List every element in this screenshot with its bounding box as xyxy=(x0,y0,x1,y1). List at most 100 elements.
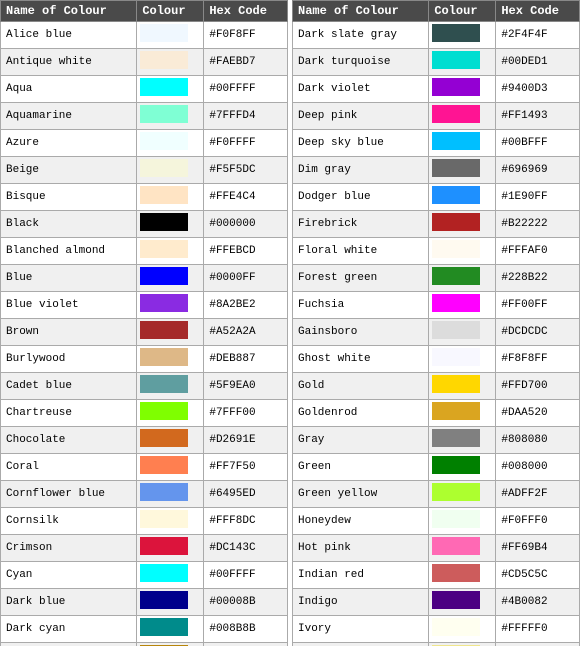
color-name: Goldenrod xyxy=(293,400,429,427)
hex-code: #DEB887 xyxy=(204,346,288,373)
color-swatch-cell xyxy=(137,103,204,130)
table-row: Dark cyan#008B8B xyxy=(1,616,288,643)
table-row: Dark violet#9400D3 xyxy=(293,76,580,103)
color-name: Aquamarine xyxy=(1,103,137,130)
color-swatch xyxy=(140,456,188,474)
hex-code: #00BFFF xyxy=(496,130,580,157)
hex-code: #FFFFF0 xyxy=(496,616,580,643)
color-swatch-cell xyxy=(429,400,496,427)
table-row: Dark slate gray#2F4F4F xyxy=(293,22,580,49)
color-name: Honeydew xyxy=(293,508,429,535)
color-name: Beige xyxy=(1,157,137,184)
color-swatch-cell xyxy=(137,319,204,346)
color-swatch xyxy=(432,132,480,150)
table-row: Goldenrod#DAA520 xyxy=(293,400,580,427)
color-name: Alice blue xyxy=(1,22,137,49)
color-swatch-cell xyxy=(429,481,496,508)
color-swatch-cell xyxy=(429,616,496,643)
hex-code: #FFFAF0 xyxy=(496,238,580,265)
table-row: Crimson#DC143C xyxy=(1,535,288,562)
color-swatch-cell xyxy=(429,211,496,238)
color-swatch-cell xyxy=(137,157,204,184)
table-row: Azure#F0FFFF xyxy=(1,130,288,157)
hex-code: #228B22 xyxy=(496,265,580,292)
column-header: Colour xyxy=(429,1,496,22)
color-swatch xyxy=(432,375,480,393)
table-row: Honeydew#F0FFF0 xyxy=(293,508,580,535)
color-swatch xyxy=(140,186,188,204)
hex-code: #FF69B4 xyxy=(496,535,580,562)
color-swatch xyxy=(432,240,480,258)
color-name: Cornflower blue xyxy=(1,481,137,508)
color-swatch-cell xyxy=(429,562,496,589)
color-swatch-cell xyxy=(137,211,204,238)
table-row: Cadet blue#5F9EA0 xyxy=(1,373,288,400)
color-swatch xyxy=(140,483,188,501)
color-swatch-cell xyxy=(429,535,496,562)
color-swatch-cell xyxy=(429,643,496,646)
color-swatch-cell xyxy=(137,130,204,157)
color-swatch xyxy=(140,267,188,285)
color-name: Deep pink xyxy=(293,103,429,130)
table-row: Bisque#FFE4C4 xyxy=(1,184,288,211)
table-row: Ghost white #F8F8FF xyxy=(293,346,580,373)
hex-code: #6495ED xyxy=(204,481,288,508)
table-row: Aquamarine#7FFFD4 xyxy=(1,103,288,130)
color-swatch xyxy=(140,348,188,366)
table-row: Dark turquoise#00DED1 xyxy=(293,49,580,76)
color-swatch-cell xyxy=(137,643,204,646)
color-swatch xyxy=(432,429,480,447)
hex-code: #FF00FF xyxy=(496,292,580,319)
hex-code: #008B8B xyxy=(204,616,288,643)
color-swatch-cell xyxy=(429,427,496,454)
hex-code: #808080 xyxy=(496,427,580,454)
color-swatch xyxy=(140,105,188,123)
hex-code: #FF7F50 xyxy=(204,454,288,481)
color-swatch xyxy=(140,240,188,258)
color-swatch xyxy=(140,429,188,447)
color-swatch-cell xyxy=(429,130,496,157)
hex-code: #00008B xyxy=(204,589,288,616)
color-name: Gold xyxy=(293,373,429,400)
table-row: Dodger blue#1E90FF xyxy=(293,184,580,211)
hex-code: #FFF8DC xyxy=(204,508,288,535)
color-swatch-cell xyxy=(137,481,204,508)
color-swatch-cell xyxy=(137,346,204,373)
table-row: Burlywood#DEB887 xyxy=(1,346,288,373)
color-swatch-cell xyxy=(429,292,496,319)
color-name: Floral white xyxy=(293,238,429,265)
color-swatch xyxy=(140,510,188,528)
color-name: Brown xyxy=(1,319,137,346)
color-name: Dodger blue xyxy=(293,184,429,211)
table-row: Indian red#CD5C5C xyxy=(293,562,580,589)
color-name: Ghost white xyxy=(293,346,429,373)
color-name: Dark goldenrod xyxy=(1,643,137,646)
color-name: Dim gray xyxy=(293,157,429,184)
color-swatch xyxy=(432,213,480,231)
color-name: Indian red xyxy=(293,562,429,589)
hex-code: #0000FF xyxy=(204,265,288,292)
hex-code: #F8F8FF xyxy=(496,346,580,373)
column-header: Colour xyxy=(137,1,204,22)
color-swatch xyxy=(140,51,188,69)
color-swatch xyxy=(432,348,480,366)
hex-code: #DCDCDC xyxy=(496,319,580,346)
table-row: Aqua#00FFFF xyxy=(1,76,288,103)
hex-code: #00DED1 xyxy=(496,49,580,76)
color-swatch-cell xyxy=(137,589,204,616)
color-swatch-cell xyxy=(137,400,204,427)
color-swatch xyxy=(432,456,480,474)
table-row: Khaki#F0E68C xyxy=(293,643,580,646)
column-header: Name of Colour xyxy=(293,1,429,22)
color-name: Hot pink xyxy=(293,535,429,562)
table-row: Firebrick#B22222 xyxy=(293,211,580,238)
color-name: Blanched almond xyxy=(1,238,137,265)
color-swatch xyxy=(432,618,480,636)
color-swatch xyxy=(432,483,480,501)
color-swatch xyxy=(432,402,480,420)
color-swatch-cell xyxy=(137,562,204,589)
color-swatch xyxy=(432,294,480,312)
color-name: Firebrick xyxy=(293,211,429,238)
color-swatch xyxy=(432,564,480,582)
color-name: Deep sky blue xyxy=(293,130,429,157)
